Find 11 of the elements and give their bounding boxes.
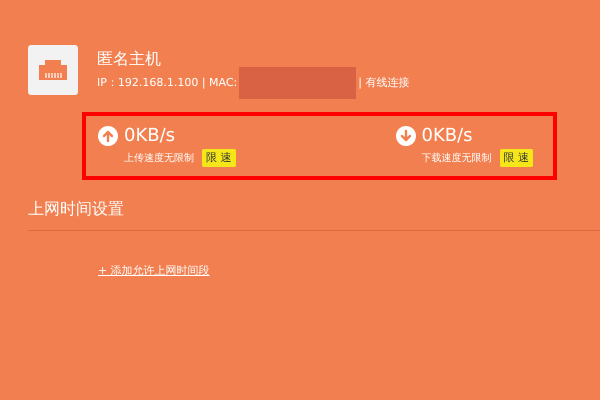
ethernet-port-icon <box>37 58 69 82</box>
connection-type: | 有线连接 <box>358 75 410 91</box>
section-title: 上网时间设置 <box>28 198 125 220</box>
speed-status: 上传速度无限制 <box>124 152 194 166</box>
limit-speed-button[interactable]: 限 速 <box>202 149 236 167</box>
speed-status: 下载速度无限制 <box>422 152 492 166</box>
speed-value: 0KB/s <box>124 125 176 147</box>
ip-label: IP：192.168.1.100 | MAC: <box>97 75 238 91</box>
host-name: 匿名主机 <box>97 49 162 69</box>
speed-value: 0KB/s <box>422 125 473 147</box>
limit-speed-button[interactable]: 限 速 <box>500 149 533 167</box>
